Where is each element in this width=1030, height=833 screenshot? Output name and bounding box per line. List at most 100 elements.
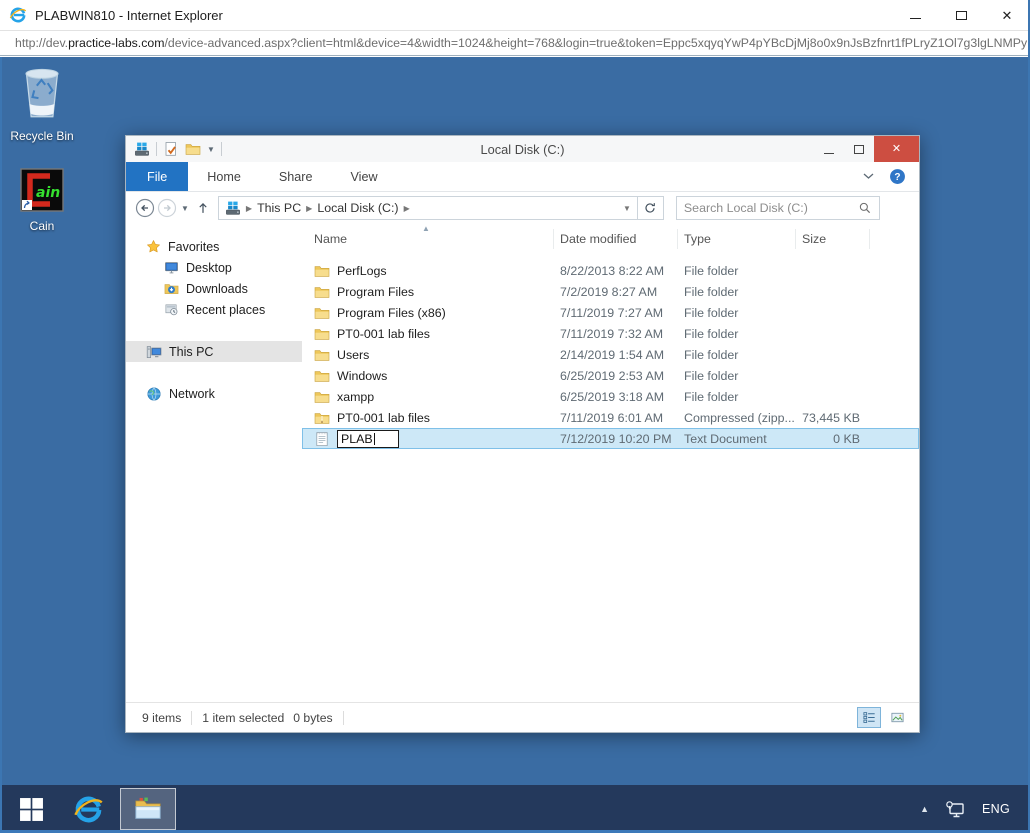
browser-maximize-button[interactable] bbox=[938, 0, 984, 30]
details-view-button[interactable] bbox=[857, 707, 881, 728]
url-prefix: http://dev. bbox=[15, 36, 68, 50]
explorer-window: ▼ Local Disk (C:) ✕ FileHomeShareView ? … bbox=[125, 135, 920, 733]
sidebar-label: This PC bbox=[169, 345, 213, 359]
sidebar-item-desktop[interactable]: Desktop bbox=[126, 257, 302, 278]
file-name-label: Program Files (x86) bbox=[337, 306, 446, 320]
breadcrumb-local-disk[interactable]: Local Disk (C:) bbox=[317, 201, 398, 215]
browser-address-bar[interactable]: http://dev.practice-labs.com/device-adva… bbox=[0, 30, 1030, 56]
file-name-cell: Windows bbox=[302, 365, 554, 386]
sidebar-label: Network bbox=[169, 387, 215, 401]
tab-file[interactable]: File bbox=[126, 162, 188, 191]
sidebar-item-network[interactable]: Network bbox=[126, 383, 302, 404]
ribbon-expand-chevron-icon[interactable] bbox=[863, 173, 874, 180]
column-header-date-modified[interactable]: Date modified bbox=[554, 229, 678, 249]
folder-icon bbox=[314, 263, 330, 279]
search-input[interactable]: Search Local Disk (C:) bbox=[676, 196, 880, 220]
sidebar-item-downloads[interactable]: Downloads bbox=[126, 278, 302, 299]
file-size-cell bbox=[796, 344, 870, 365]
file-date-cell: 2/14/2019 1:54 AM bbox=[554, 344, 678, 365]
file-name-cell: PT0-001 lab files bbox=[302, 323, 554, 344]
forward-button[interactable] bbox=[156, 197, 178, 219]
help-icon[interactable]: ? bbox=[889, 168, 906, 185]
refresh-icon bbox=[643, 201, 657, 215]
folder-icon bbox=[314, 389, 330, 405]
taskbar-explorer-button-active[interactable] bbox=[120, 788, 176, 830]
selection-count: 1 item selected bbox=[202, 711, 284, 725]
file-name-cell: PerfLogs bbox=[302, 260, 554, 281]
file-row-pt0-001-lab-files[interactable]: PT0-001 lab files7/11/2019 6:01 AMCompre… bbox=[302, 407, 919, 428]
address-dropdown-chevron[interactable]: ▼ bbox=[623, 204, 631, 213]
browser-caption-buttons: ✕ bbox=[892, 0, 1030, 30]
remote-connection-icon[interactable] bbox=[945, 799, 966, 820]
file-name-label: Program Files bbox=[337, 285, 414, 299]
language-indicator[interactable]: ENG bbox=[982, 802, 1010, 816]
selection-size: 0 bytes bbox=[293, 711, 332, 725]
details-view-icon bbox=[862, 710, 877, 725]
taskbar: ▲ ENG bbox=[0, 785, 1030, 833]
breadcrumb-separator: ▶ bbox=[404, 204, 410, 213]
breadcrumb-this-pc[interactable]: This PC bbox=[257, 201, 301, 215]
up-button[interactable] bbox=[192, 197, 214, 219]
file-row-perflogs[interactable]: PerfLogs8/22/2013 8:22 AMFile folder bbox=[302, 260, 919, 281]
file-date-cell: 8/22/2013 8:22 AM bbox=[554, 260, 678, 281]
rename-input[interactable]: PLAB bbox=[337, 430, 399, 448]
explorer-content: FavoritesDesktopDownloads Recent places Th… bbox=[126, 224, 919, 702]
refresh-button[interactable] bbox=[638, 196, 664, 220]
thumbnail-view-button[interactable] bbox=[885, 707, 909, 728]
column-header-type[interactable]: Type bbox=[678, 229, 796, 249]
quick-access-toolbar: ▼ bbox=[126, 141, 222, 157]
system-menu-icon[interactable] bbox=[134, 141, 150, 157]
properties-button[interactable] bbox=[163, 141, 179, 157]
file-date-cell: 6/25/2019 2:53 AM bbox=[554, 365, 678, 386]
breadcrumb[interactable]: ▶ This PC ▶ Local Disk (C:) ▶ ▼ bbox=[218, 196, 638, 220]
new-folder-button[interactable] bbox=[185, 141, 201, 157]
explorer-titlebar[interactable]: ▼ Local Disk (C:) ✕ bbox=[126, 136, 919, 162]
sidebar-item-recent-places[interactable]: Recent places bbox=[126, 299, 302, 320]
explorer-caption-buttons: ✕ bbox=[814, 136, 919, 162]
column-headers: NameDate modifiedTypeSize bbox=[302, 226, 919, 252]
tab-home[interactable]: Home bbox=[188, 162, 260, 191]
file-size-cell: 0 KB bbox=[796, 428, 870, 449]
column-header-size[interactable]: Size bbox=[796, 229, 870, 249]
sidebar-item-favorites[interactable]: Favorites bbox=[126, 236, 302, 257]
file-row-pt0-001-lab-files[interactable]: PT0-001 lab files7/11/2019 7:32 AMFile f… bbox=[302, 323, 919, 344]
back-arrow-icon bbox=[135, 198, 155, 218]
file-name-cell: Users bbox=[302, 344, 554, 365]
desktop-icon-cain[interactable]: ain Cain bbox=[0, 167, 84, 233]
explorer-addressbar: ▼ ▶ This PC ▶ Local Disk (C:) ▶ ▼ Search… bbox=[126, 192, 919, 224]
explorer-minimize-button[interactable] bbox=[814, 136, 844, 162]
file-row-users[interactable]: Users2/14/2019 1:54 AMFile folder bbox=[302, 344, 919, 365]
file-name-label: Users bbox=[337, 348, 369, 362]
items-count: 9 items bbox=[142, 711, 181, 725]
explorer-close-button[interactable]: ✕ bbox=[874, 136, 919, 162]
back-button[interactable] bbox=[134, 197, 156, 219]
breadcrumb-separator: ▶ bbox=[246, 204, 252, 213]
file-row-plab[interactable]: PLAB7/12/2019 10:20 PMText Document0 KB bbox=[302, 428, 919, 449]
file-type-cell: File folder bbox=[678, 281, 796, 302]
search-placeholder: Search Local Disk (C:) bbox=[684, 201, 808, 215]
browser-close-button[interactable]: ✕ bbox=[984, 0, 1030, 30]
file-size-cell bbox=[796, 302, 870, 323]
recent-locations-dropdown[interactable]: ▼ bbox=[181, 204, 189, 213]
url-domain: practice-labs.com bbox=[68, 36, 164, 50]
text-document-icon bbox=[314, 431, 330, 447]
sidebar-item-this-pc[interactable]: This PC bbox=[126, 341, 302, 362]
explorer-maximize-button[interactable] bbox=[844, 136, 874, 162]
file-row-windows[interactable]: Windows6/25/2019 2:53 AMFile folder bbox=[302, 365, 919, 386]
show-hidden-icons-button[interactable]: ▲ bbox=[920, 804, 929, 814]
desktop-icon-recycle-bin[interactable]: Recycle Bin bbox=[0, 65, 84, 143]
file-type-cell: File folder bbox=[678, 365, 796, 386]
separator bbox=[343, 711, 344, 725]
sidebar-label: Recent places bbox=[186, 303, 265, 317]
browser-minimize-button[interactable] bbox=[892, 0, 938, 30]
tab-view[interactable]: View bbox=[332, 162, 397, 191]
file-row-program-files-x86[interactable]: Program Files (x86)7/11/2019 7:27 AMFile… bbox=[302, 302, 919, 323]
file-row-xampp[interactable]: xampp6/25/2019 3:18 AMFile folder bbox=[302, 386, 919, 407]
customize-qat-dropdown[interactable]: ▼ bbox=[207, 145, 215, 154]
file-row-program-files[interactable]: Program Files7/2/2019 8:27 AMFile folder bbox=[302, 281, 919, 302]
taskbar-ie-button[interactable] bbox=[62, 785, 114, 833]
view-toggle-buttons bbox=[857, 707, 909, 728]
start-button[interactable] bbox=[0, 785, 62, 833]
tab-share[interactable]: Share bbox=[260, 162, 332, 191]
file-name-cell: Program Files (x86) bbox=[302, 302, 554, 323]
